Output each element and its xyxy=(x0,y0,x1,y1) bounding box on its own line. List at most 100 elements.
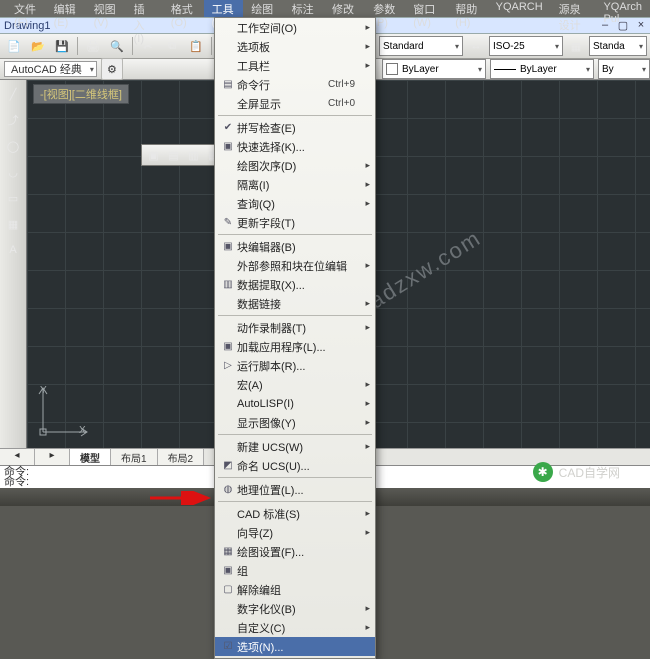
menu-item[interactable]: 外部参照和块在位编辑 xyxy=(215,256,375,275)
menu-bar: 文件(F)编辑(E)视图(V)插入(I)格式(O)工具(T)绘图(D)标注(N)… xyxy=(0,0,650,17)
tab-layout1[interactable]: 布局1 xyxy=(111,449,158,465)
menu-格式(O)[interactable]: 格式(O) xyxy=(163,0,204,17)
menu-item-icon: ▦ xyxy=(219,546,237,557)
lineweight-dropdown[interactable]: By▾ xyxy=(598,59,650,79)
menu-参数(P)[interactable]: 参数(P) xyxy=(365,0,405,17)
text-style-value: Standard xyxy=(383,41,424,52)
menu-item-label: 运行脚本(R)... xyxy=(237,358,355,374)
ft-icon-2[interactable]: ▤ xyxy=(164,146,183,165)
menu-item[interactable]: AutoLISP(I) xyxy=(215,394,375,413)
menu-item[interactable]: ▷运行脚本(R)... xyxy=(215,356,375,375)
table-style-icon[interactable]: ▦ xyxy=(565,35,587,57)
menu-item[interactable]: 选项板 xyxy=(215,37,375,56)
tab-nav-right[interactable]: ▸ xyxy=(35,449,70,465)
menu-item[interactable]: 新建 UCS(W) xyxy=(215,437,375,456)
menu-item[interactable]: 工作空间(O) xyxy=(215,18,375,37)
menu-item[interactable]: 显示图像(Y) xyxy=(215,413,375,432)
menu-item[interactable]: ▥数据提取(X)... xyxy=(215,275,375,294)
hatch-icon[interactable]: ▦ xyxy=(1,212,25,236)
menu-item-label: 组 xyxy=(237,563,355,579)
menu-item-icon: ◍ xyxy=(219,484,237,495)
menu-item-label: 绘图设置(F)... xyxy=(237,544,355,560)
menu-帮助(H)[interactable]: 帮助(H) xyxy=(447,0,487,17)
menu-item[interactable]: ✎更新字段(T) xyxy=(215,213,375,232)
wechat-badge: ✱ CAD自学网 xyxy=(533,462,620,482)
menu-item[interactable]: ▤命令行Ctrl+9 xyxy=(215,75,375,94)
rect-icon[interactable]: ▭ xyxy=(1,186,25,210)
menu-item-label: 隔离(I) xyxy=(237,177,355,193)
table-style-dropdown[interactable]: Standa▾ xyxy=(589,36,647,56)
polyline-icon[interactable]: ⤴ xyxy=(1,108,25,132)
tab-nav-left[interactable]: ◂ xyxy=(0,449,35,465)
menu-YQArch Pul[interactable]: YQArch Pul xyxy=(595,0,650,17)
menu-item-icon: ▣ xyxy=(219,241,237,252)
text-style-dropdown[interactable]: Standard▾ xyxy=(379,36,463,56)
menu-item[interactable]: 数据链接 xyxy=(215,294,375,313)
menu-item[interactable]: 向导(Z) xyxy=(215,523,375,542)
menu-item[interactable]: ☑选项(N)... xyxy=(215,637,375,656)
tab-layout2[interactable]: 布局2 xyxy=(158,449,205,465)
menu-item[interactable]: 全屏显示Ctrl+0 xyxy=(215,94,375,113)
menu-item[interactable]: 绘图次序(D) xyxy=(215,156,375,175)
print-icon[interactable]: 🖨 xyxy=(82,35,104,57)
menu-item[interactable]: 查询(Q) xyxy=(215,194,375,213)
ft-icon-1[interactable]: ▣ xyxy=(144,146,163,165)
menu-item[interactable]: 自定义(C) xyxy=(215,618,375,637)
menu-item[interactable]: CAD 标准(S) xyxy=(215,504,375,523)
menu-修改(M)[interactable]: 修改(M) xyxy=(324,0,365,17)
menu-item[interactable]: ▣加载应用程序(L)... xyxy=(215,337,375,356)
menu-源泉设计[interactable]: 源泉设计 xyxy=(551,0,596,17)
menu-item-label: 工作空间(O) xyxy=(237,20,355,36)
linetype-dropdown[interactable]: ByLayer▾ xyxy=(490,59,594,79)
menu-item[interactable]: ▣块编辑器(B) xyxy=(215,237,375,256)
workspace-dropdown[interactable]: AutoCAD 经典 xyxy=(4,61,97,77)
menu-视图(V)[interactable]: 视图(V) xyxy=(86,0,126,17)
menu-工具(T)[interactable]: 工具(T) xyxy=(204,0,244,17)
menu-item[interactable]: ◍地理位置(L)... xyxy=(215,480,375,499)
menu-item[interactable]: 隔离(I) xyxy=(215,175,375,194)
menu-item[interactable]: 动作录制器(T) xyxy=(215,318,375,337)
menu-item[interactable]: ✔拼写检查(E) xyxy=(215,118,375,137)
color-dropdown[interactable]: ByLayer▾ xyxy=(382,59,486,79)
menu-插入(I)[interactable]: 插入(I) xyxy=(126,0,163,17)
text-icon[interactable]: A xyxy=(1,238,25,262)
circle-icon[interactable]: ◯ xyxy=(1,134,25,158)
open-icon[interactable]: 📂 xyxy=(27,35,49,57)
menu-item-icon: ▣ xyxy=(219,141,237,152)
menu-item-shortcut: Ctrl+0 xyxy=(328,98,355,109)
arc-icon[interactable]: ◡ xyxy=(1,160,25,184)
menu-item[interactable]: ▣快速选择(K)... xyxy=(215,137,375,156)
menu-编辑(E)[interactable]: 编辑(E) xyxy=(46,0,86,17)
tools-menu: 工作空间(O)选项板工具栏▤命令行Ctrl+9全屏显示Ctrl+0 ✔拼写检查(E… xyxy=(214,17,376,659)
menu-item[interactable]: ▣组 xyxy=(215,561,375,580)
menu-item-label: 动作录制器(T) xyxy=(237,320,355,336)
axis-y-label: Y xyxy=(40,385,47,396)
menu-item[interactable]: 工具栏 xyxy=(215,56,375,75)
tab-model[interactable]: 模型 xyxy=(70,449,111,465)
ft-icon-3[interactable]: ▥ xyxy=(184,146,203,165)
line-icon[interactable]: ╱ xyxy=(1,82,25,106)
save-icon[interactable]: 💾 xyxy=(51,35,73,57)
menu-item[interactable]: 数字化仪(B) xyxy=(215,599,375,618)
menu-item-icon: ▢ xyxy=(219,584,237,595)
menu-绘图(D)[interactable]: 绘图(D) xyxy=(243,0,283,17)
menu-文件(F)[interactable]: 文件(F) xyxy=(6,0,46,17)
menu-item-label: 数字化仪(B) xyxy=(237,601,355,617)
menu-标注(N)[interactable]: 标注(N) xyxy=(284,0,324,17)
copy-icon[interactable]: ⧉ xyxy=(161,35,183,57)
table-style-value: Standa xyxy=(593,41,625,52)
menu-item[interactable]: ◩命名 UCS(U)... xyxy=(215,456,375,475)
dim-icon[interactable]: ↔ xyxy=(465,35,487,57)
doc-close-button[interactable]: × xyxy=(632,19,650,32)
menu-item[interactable]: ▢解除编组 xyxy=(215,580,375,599)
dim-style-dropdown[interactable]: ISO-25▾ xyxy=(489,36,563,56)
workspace-value: AutoCAD 经典 xyxy=(11,61,82,77)
menu-item[interactable]: 宏(A) xyxy=(215,375,375,394)
new-icon[interactable]: 📄 xyxy=(3,35,25,57)
menu-YQARCH[interactable]: YQARCH xyxy=(488,0,551,17)
preview-icon[interactable]: 🔍 xyxy=(106,35,128,57)
menu-窗口(W)[interactable]: 窗口(W) xyxy=(405,0,447,17)
menu-item[interactable]: ▦绘图设置(F)... xyxy=(215,542,375,561)
paste-icon[interactable]: 📋 xyxy=(185,35,207,57)
workspace-gear-icon[interactable]: ⚙ xyxy=(101,58,123,80)
